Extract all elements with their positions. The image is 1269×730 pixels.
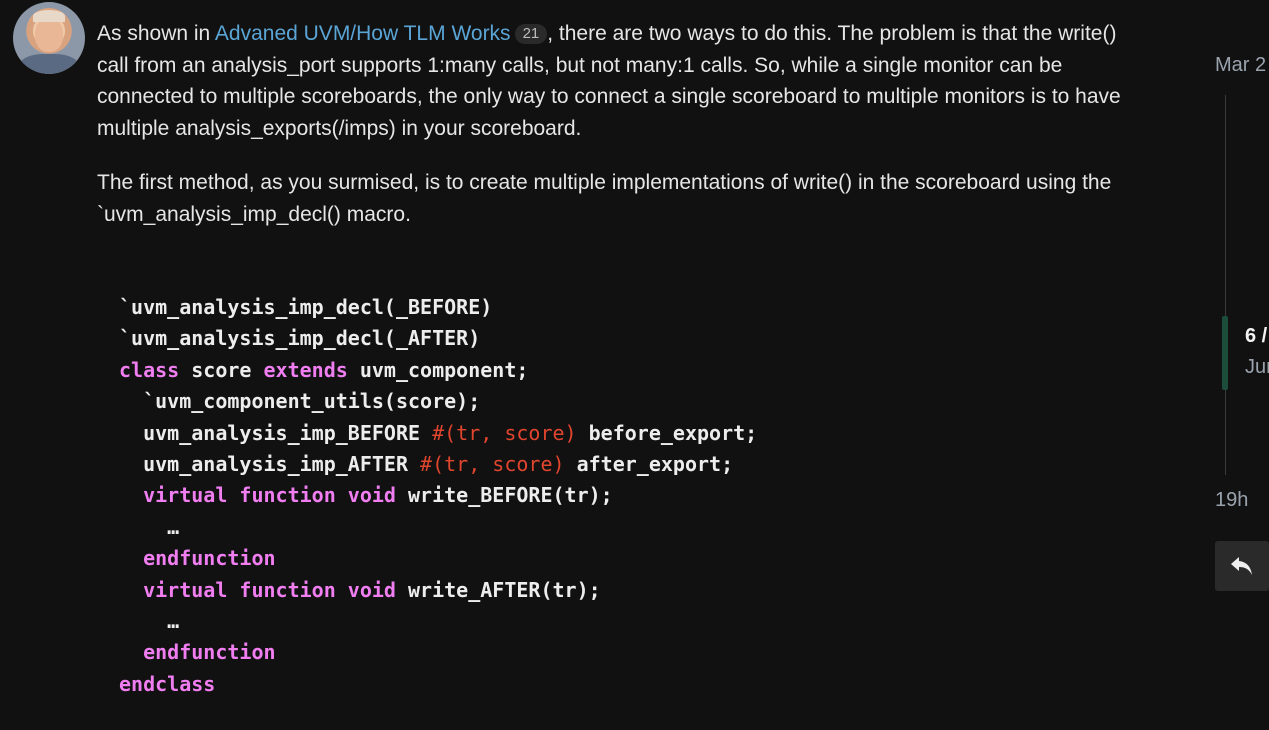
code-line-7: virtual function void write_BEFORE(tr);	[97, 480, 1117, 511]
timeline-end-label[interactable]: 19h	[1215, 489, 1248, 512]
code-text: uvm_component;	[347, 357, 529, 382]
avatar-hair	[33, 10, 65, 22]
code-param: #(tr, score)	[432, 420, 577, 445]
post-paragraph-1: As shown in Advaned UVM/How TLM Works 21,…	[97, 18, 1137, 145]
code-block: `uvm_analysis_imp_decl(_BEFORE) `uvm_anal…	[97, 292, 1117, 730]
code-text: write_AFTER(tr);	[395, 577, 601, 602]
code-keyword: class	[119, 357, 180, 382]
link-click-badge: 21	[514, 24, 548, 44]
avatar-face	[35, 18, 63, 52]
code-text: uvm_analysis_imp_AFTER	[119, 451, 421, 476]
code-line-6: uvm_analysis_imp_AFTER #(tr, score) afte…	[97, 449, 1117, 480]
timeline-track	[1225, 95, 1226, 475]
code-line-1: `uvm_analysis_imp_decl(_BEFORE)	[119, 295, 493, 319]
reply-arrow-icon	[1231, 557, 1252, 575]
code-line-10: virtual function void write_AFTER(tr);	[97, 575, 1117, 606]
code-param: #(tr, score)	[420, 451, 565, 476]
p1-lead-text: As shown in	[97, 22, 215, 45]
timeline-current-date: Jur	[1245, 356, 1269, 378]
avatar-shirt	[19, 54, 79, 74]
post-body: As shown in Advaned UVM/How TLM Works 21,…	[97, 18, 1137, 252]
code-keyword: extends	[263, 357, 348, 382]
code-text: score	[179, 357, 264, 382]
code-line-5: uvm_analysis_imp_BEFORE #(tr, score) bef…	[97, 418, 1117, 449]
code-line-4: `uvm_component_utils(score);	[119, 389, 481, 414]
code-keyword: virtual function void	[119, 577, 396, 602]
post-paragraph-2: The first method, as you surmised, is to…	[97, 170, 1112, 226]
code-line-2: `uvm_analysis_imp_decl(_AFTER)	[119, 326, 481, 351]
code-line-3: class score extends uvm_component;	[97, 355, 1117, 386]
code-keyword: endfunction	[119, 640, 276, 665]
code-keyword: virtual function void	[119, 483, 396, 508]
avatar[interactable]	[13, 2, 85, 74]
code-text: uvm_analysis_imp_BEFORE	[119, 420, 433, 445]
tlm-link[interactable]: Advaned UVM/How TLM Works	[215, 22, 511, 45]
code-text: write_BEFORE(tr);	[395, 483, 613, 508]
code-keyword: endclass	[119, 671, 216, 696]
code-line-8: …	[119, 514, 180, 539]
timeline-start-date[interactable]: Mar 2	[1215, 54, 1266, 77]
code-line-12: endfunction	[97, 637, 1117, 668]
timeline-handle[interactable]	[1222, 316, 1228, 390]
code-line-9: endfunction	[97, 543, 1117, 574]
reply-button[interactable]	[1215, 541, 1269, 591]
timeline-post-count: 6 /	[1245, 325, 1268, 347]
code-keyword: endfunction	[119, 546, 276, 571]
code-text: after_export;	[564, 451, 734, 476]
topic-timeline: Mar 2 6 / Jur 19h	[1190, 0, 1269, 730]
code-text: before_export;	[576, 420, 758, 445]
code-line-13: endclass	[97, 669, 1117, 700]
code-line-11: …	[119, 608, 180, 633]
